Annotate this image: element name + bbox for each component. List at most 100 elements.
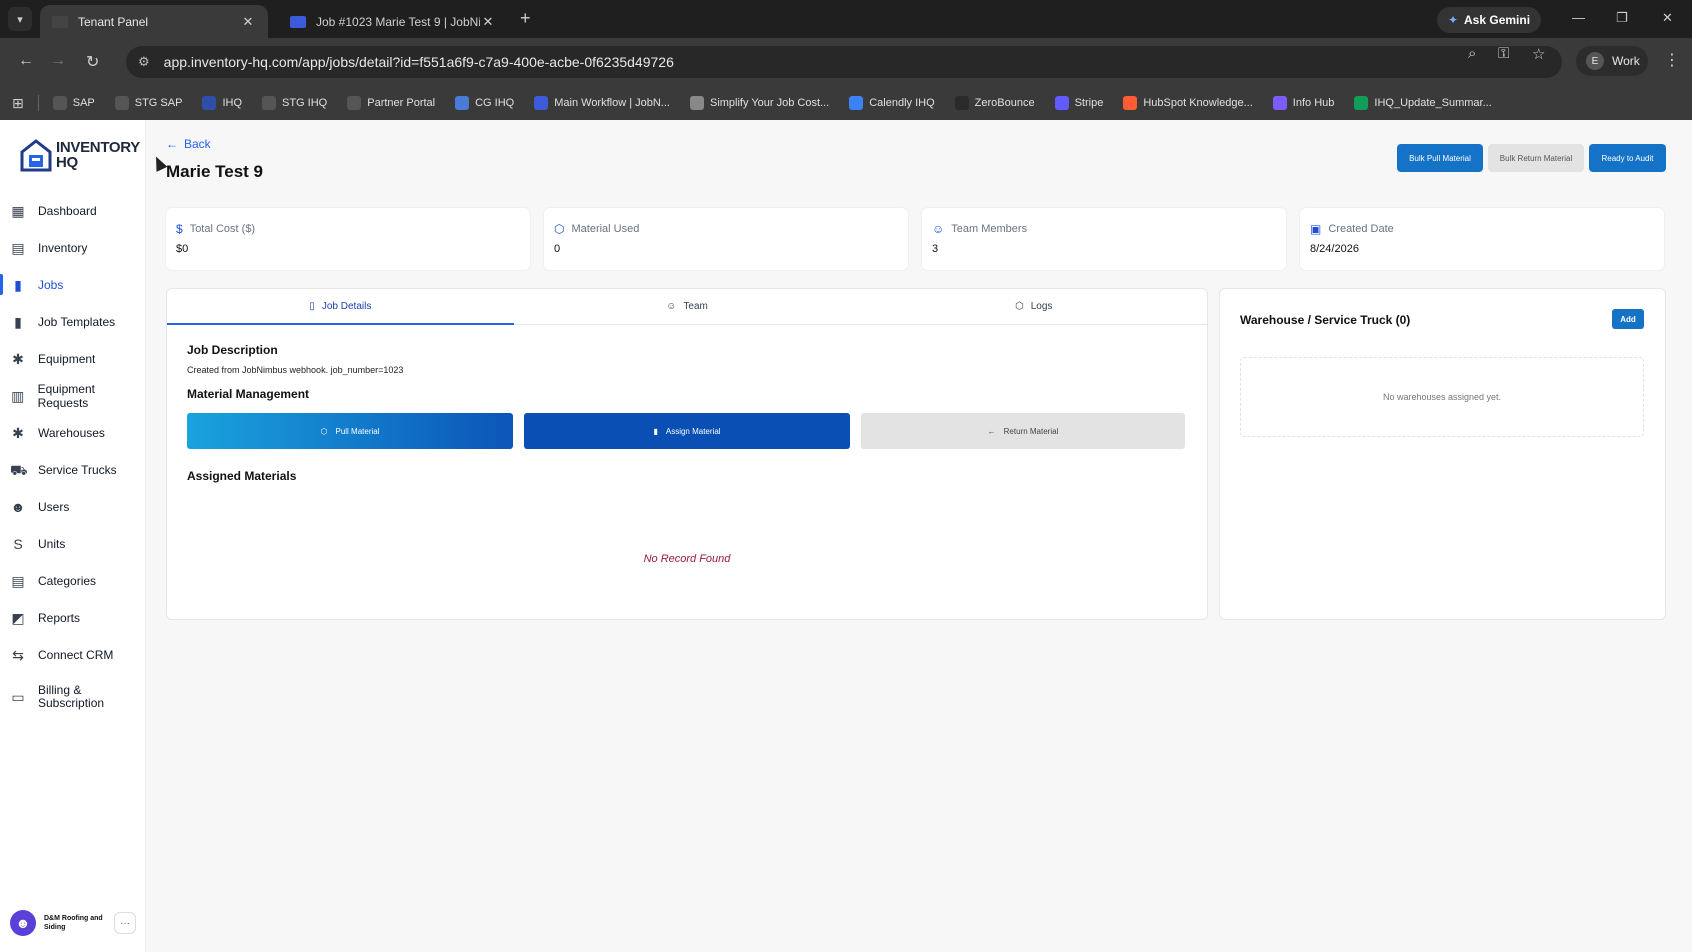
sidebar-item-job-templates[interactable]: ▮ Job Templates: [0, 303, 146, 340]
bookmark-item[interactable]: SAP: [52, 96, 95, 110]
calendar-icon: ▣: [1310, 222, 1322, 236]
sidebar-item-equipment-requests[interactable]: ▥ Equipment Requests: [0, 377, 146, 414]
tab-job-details[interactable]: ▯ Job Details: [167, 289, 514, 325]
sidebar-item-equipment[interactable]: ✱ Equipment: [0, 340, 146, 377]
close-tab-icon[interactable]: ✕: [240, 14, 256, 30]
tab-logs[interactable]: ⬡ Logs: [860, 289, 1207, 324]
sidebar-item-users[interactable]: ☻ Users: [0, 488, 146, 525]
bulk-return-material-button[interactable]: Bulk Return Material: [1488, 144, 1584, 172]
stat-label: Created Date: [1328, 223, 1394, 235]
back-arrow-icon[interactable]: ←: [18, 52, 34, 70]
forward-arrow-icon[interactable]: →: [50, 52, 66, 70]
bookmark-item[interactable]: CG IHQ: [455, 96, 514, 110]
job-tabs: ▯ Job Details ☺ Team ⬡ Logs: [167, 289, 1207, 325]
sidebar-item-label: Warehouses: [38, 425, 105, 440]
org-switcher[interactable]: ☻ D&M Roofing and Siding ···: [10, 910, 136, 936]
site-info-icon[interactable]: ⚙: [138, 54, 150, 70]
tab-label: Team: [683, 301, 708, 312]
more-options-button[interactable]: ···: [114, 912, 136, 934]
tab-team[interactable]: ☺ Team: [514, 289, 861, 324]
zoom-icon[interactable]: ⌕: [1468, 45, 1476, 62]
bookmark-item[interactable]: STG IHQ: [262, 96, 327, 110]
bookmark-item[interactable]: IHQ: [202, 96, 242, 110]
material-management-heading: Material Management: [187, 387, 310, 401]
address-bar[interactable]: ⚙ app.inventory-hq.com/app/jobs/detail?i…: [126, 46, 1562, 78]
bookmark-item[interactable]: IHQ_Update_Summar...: [1354, 96, 1492, 110]
apps-grid-icon[interactable]: ⊞: [12, 95, 24, 112]
sidebar-item-jobs[interactable]: ▮ Jobs: [0, 266, 146, 303]
page-title: Marie Test 9: [166, 162, 264, 181]
sidebar-item-label: Users: [38, 499, 70, 514]
nav-icon: S: [13, 535, 23, 552]
back-label: Back: [184, 137, 211, 151]
ask-gemini-button[interactable]: ✦ Ask Gemini: [1437, 7, 1541, 33]
close-tab-icon[interactable]: ✕: [480, 14, 496, 30]
bookmark-favicon-icon: [689, 96, 704, 110]
back-arrow-icon: ←: [166, 137, 178, 151]
restore-icon[interactable]: ❐: [1616, 10, 1628, 26]
sidebar-item-units[interactable]: S Units: [0, 525, 146, 562]
bookmark-item[interactable]: HubSpot Knowledge...: [1123, 96, 1253, 110]
password-key-icon[interactable]: ⚿: [1498, 45, 1509, 62]
org-avatar-icon: ☻: [10, 910, 36, 936]
profile-name: Work: [1612, 54, 1640, 68]
assign-material-button[interactable]: ▮ Assign Material: [524, 413, 850, 449]
browser-tab-jobnimbus[interactable]: Job #1023 Marie Test 9 | JobNimbus ✕: [278, 5, 508, 38]
bookmark-label: IHQ: [222, 97, 242, 109]
no-record-message: No Record Found: [643, 553, 731, 565]
return-material-button[interactable]: ← Return Material: [861, 413, 1185, 449]
add-warehouse-button[interactable]: Add: [1612, 309, 1644, 329]
stat-material-used: ⬡ Material Used 0: [544, 208, 908, 270]
sidebar-item-service-trucks[interactable]: ⛟ Service Trucks: [0, 451, 146, 488]
arrow-left-icon: ←: [987, 426, 996, 436]
tab-title: Job #1023 Marie Test 9 | JobNimbus: [316, 14, 480, 29]
browser-menu-icon[interactable]: ⋮: [1664, 50, 1680, 70]
browser-toolbar: ← → ↻ ⚙ app.inventory-hq.com/app/jobs/de…: [0, 38, 1692, 86]
users-icon: ☺: [932, 222, 945, 236]
ready-to-audit-button[interactable]: Ready to Audit: [1589, 144, 1666, 172]
tab-search-icon[interactable]: ▾: [8, 7, 32, 31]
sidebar-item-connect-crm[interactable]: ⇆ Connect CRM: [0, 636, 146, 673]
inventory-hq-logo[interactable]: INVENTORY HQ: [20, 138, 140, 172]
browser-tab-tenant-panel[interactable]: Tenant Panel ✕: [40, 5, 268, 38]
close-window-icon[interactable]: ✕: [1662, 10, 1673, 26]
bookmark-item[interactable]: Main Workflow | JobN...: [534, 96, 670, 110]
bulk-pull-material-button[interactable]: Bulk Pull Material: [1397, 144, 1483, 172]
bookmark-favicon-icon: [455, 96, 470, 110]
pull-material-button[interactable]: ⬡ Pull Material: [187, 413, 513, 449]
bookmark-favicon-icon: [849, 96, 864, 110]
reload-icon[interactable]: ↻: [86, 52, 99, 72]
warehouse-title: Warehouse / Service Truck (0): [1240, 313, 1411, 327]
sidebar-item-label: Categories: [38, 573, 97, 588]
stat-team-members: ☺ Team Members 3: [922, 208, 1286, 270]
profile-button[interactable]: E Work: [1576, 46, 1648, 76]
bookmark-item[interactable]: STG SAP: [114, 96, 182, 110]
dollar-icon: $: [176, 222, 183, 236]
sidebar-item-categories[interactable]: ▤ Categories: [0, 562, 146, 599]
nav-icon: ◩: [11, 609, 25, 626]
bookmark-item[interactable]: Calendly IHQ: [849, 96, 935, 110]
bookmark-item[interactable]: Simplify Your Job Cost...: [689, 96, 829, 110]
sidebar-item-inventory[interactable]: ▤ Inventory: [0, 229, 146, 266]
logo-text-line1: INVENTORY: [56, 139, 140, 156]
house-logo-icon: [20, 139, 52, 172]
bookmark-label: STG IHQ: [282, 97, 328, 109]
bookmark-item[interactable]: ZeroBounce: [954, 96, 1035, 110]
minimize-icon[interactable]: —: [1572, 10, 1585, 25]
bookmark-item[interactable]: Stripe: [1054, 96, 1104, 110]
bookmark-star-icon[interactable]: ☆: [1532, 45, 1545, 63]
bookmark-label: HubSpot Knowledge...: [1143, 97, 1253, 109]
bookmark-item[interactable]: Info Hub: [1272, 96, 1334, 110]
bookmark-item[interactable]: Partner Portal: [347, 96, 435, 110]
sidebar-item-billing-subscription[interactable]: ▭ Billing & Subscription: [0, 673, 146, 721]
bookmark-label: CG IHQ: [475, 97, 515, 109]
bookmark-label: Stripe: [1074, 97, 1104, 109]
box-icon: ⬡: [320, 426, 328, 436]
sidebar-item-reports[interactable]: ◩ Reports: [0, 599, 146, 636]
job-details-card: ▯ Job Details ☺ Team ⬡ Logs Job Descript…: [166, 288, 1208, 620]
new-tab-icon[interactable]: +: [520, 8, 531, 29]
sidebar-item-label: Job Templates: [38, 314, 116, 329]
sidebar-item-warehouses[interactable]: ✱ Warehouses: [0, 414, 146, 451]
back-link[interactable]: ← Back: [166, 137, 211, 151]
sidebar-item-dashboard[interactable]: ▦ Dashboard: [0, 192, 146, 229]
